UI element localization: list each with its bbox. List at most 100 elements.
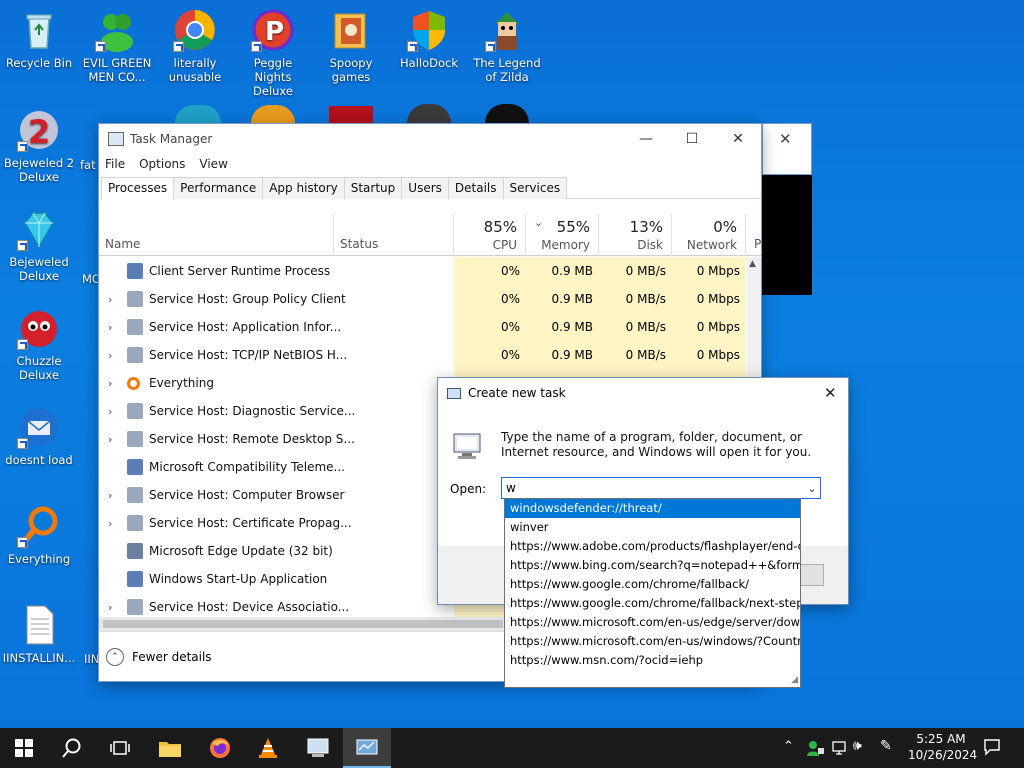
resize-grip-icon[interactable]: ◢ [791, 675, 798, 685]
volume-icon[interactable]: 🕪 [853, 738, 862, 754]
search-icon [62, 738, 81, 758]
autocomplete-item[interactable]: https://www.microsoft.com/en-us/windows/… [505, 632, 800, 651]
desktop-icon-everything[interactable]: Everything [0, 504, 78, 566]
column-header-cpu[interactable]: 85% CPU [454, 214, 526, 256]
autocomplete-item[interactable]: https://www.msn.com/?ocid=iehp [505, 651, 800, 670]
chevron-up-icon[interactable]: ⌃ [106, 647, 124, 666]
column-header-status[interactable]: Status [334, 214, 454, 256]
network-icon[interactable] [831, 739, 849, 760]
close-icon[interactable]: ✕ [779, 130, 792, 148]
fewer-details-link[interactable]: Fewer details [132, 650, 212, 664]
scrollbar-thumb[interactable] [103, 620, 503, 628]
autocomplete-item[interactable]: https://www.google.com/chrome/fallback/ [505, 575, 800, 594]
process-net-value: 0 Mbps [672, 285, 746, 313]
desktop-icon-installing[interactable]: IINSTALLIN... [0, 603, 78, 665]
desktop-icon-spoopy-games[interactable]: Spoopy games [312, 8, 390, 84]
task-view-icon [110, 741, 130, 755]
pen-icon[interactable]: ✎ [880, 738, 892, 754]
menu-file[interactable]: File [105, 157, 125, 171]
taskbar-vlc[interactable] [244, 728, 292, 768]
maximize-button[interactable]: ☐ [669, 124, 715, 154]
shortcut-arrow-icon [17, 438, 28, 449]
desktop-icon-doesnt-load[interactable]: doesnt load [0, 405, 78, 467]
taskbar-firefox[interactable] [196, 728, 244, 768]
diamond-icon [17, 207, 61, 251]
tab-users[interactable]: Users [401, 177, 449, 199]
expand-chevron-icon[interactable]: › [108, 293, 112, 306]
open-input[interactable] [501, 477, 821, 499]
close-button[interactable]: ✕ [715, 124, 761, 154]
process-name: Service Host: Remote Desktop S... [149, 432, 355, 446]
desktop-icon-bejeweled-2[interactable]: 2 Bejeweled 2 Deluxe [0, 108, 78, 184]
desktop-icon-label: Recycle Bin [5, 56, 73, 70]
scroll-up-icon[interactable]: ▲ [749, 259, 756, 269]
green-men-icon [95, 8, 139, 52]
dialog-title-bar[interactable]: Create new task [438, 378, 848, 408]
process-name: Microsoft Edge Update (32 bit) [149, 544, 333, 558]
desktop-icon-chuzzle[interactable]: Chuzzle Deluxe [0, 306, 78, 382]
tab-bar: Processes Performance App history Startu… [101, 177, 761, 200]
desktop-icon-literally-unusable[interactable]: literally unusable [156, 8, 234, 84]
chevron-down-icon[interactable]: ⌄ [804, 478, 820, 498]
process-icon [127, 599, 143, 615]
desktop-icon-legend-of-zilda[interactable]: The Legend of Zilda [468, 8, 546, 84]
search-button[interactable] [48, 728, 96, 768]
process-row[interactable]: › Service Host: Group Policy Client 0% 0.9 … [99, 285, 747, 313]
shortcut-arrow-icon [17, 240, 28, 251]
tab-details[interactable]: Details [447, 177, 504, 199]
process-icon [127, 291, 143, 307]
taskbar-control-panel[interactable] [294, 728, 342, 768]
notification-button[interactable] [983, 738, 1001, 759]
desktop-icon-evil-green-men[interactable]: EVIL GREEN MEN CO... [78, 8, 156, 84]
desktop-icon-bejeweled[interactable]: Bejeweled Deluxe [0, 207, 78, 283]
people-icon[interactable] [806, 739, 824, 760]
column-header-power[interactable]: P [746, 214, 761, 256]
tab-app-history[interactable]: App history [262, 177, 345, 199]
shortcut-arrow-icon [407, 41, 418, 52]
tab-processes[interactable]: Processes [101, 177, 175, 200]
menu-options[interactable]: Options [139, 157, 185, 171]
chevron-up-icon[interactable]: ⌃ [783, 739, 794, 754]
autocomplete-item[interactable]: https://www.microsoft.com/en-us/edge/ser… [505, 613, 800, 632]
autocomplete-item[interactable]: https://www.google.com/chrome/fallback/n… [505, 594, 800, 613]
expand-chevron-icon[interactable]: › [108, 489, 112, 502]
taskbar-file-explorer[interactable] [146, 728, 194, 768]
start-button[interactable] [0, 728, 48, 768]
minimize-button[interactable]: — [623, 124, 669, 154]
column-header-network[interactable]: 0% Network [672, 214, 746, 256]
expand-chevron-icon[interactable]: › [108, 349, 112, 362]
desktop-icon-hallodock[interactable]: HalloDock [390, 8, 468, 70]
process-disk-value: 0 MB/s [599, 285, 672, 313]
autocomplete-item[interactable]: https://www.bing.com/search?q=notepad++&… [505, 556, 800, 575]
autocomplete-item[interactable]: winver [505, 518, 800, 537]
process-name: Service Host: Diagnostic Service... [149, 404, 356, 418]
dialog-button[interactable] [800, 564, 824, 586]
expand-chevron-icon[interactable]: › [108, 517, 112, 530]
expand-chevron-icon[interactable]: › [108, 601, 112, 614]
expand-chevron-icon[interactable]: › [108, 321, 112, 334]
column-header-memory[interactable]: ⌄ 55% Memory [526, 214, 599, 256]
process-mem-value: 0.9 MB [526, 257, 599, 285]
column-header-name[interactable]: Name [99, 214, 334, 256]
desktop-icon-recycle-bin[interactable]: Recycle Bin [0, 8, 78, 70]
task-view-button[interactable] [96, 728, 144, 768]
process-row[interactable]: › Service Host: TCP/IP NetBIOS H... 0% 0.9 … [99, 341, 747, 369]
menu-view[interactable]: View [199, 157, 227, 171]
expand-chevron-icon[interactable]: › [108, 377, 112, 390]
clock[interactable]: 5:25 AM 10/26/2024 [908, 731, 977, 763]
tab-performance[interactable]: Performance [173, 177, 264, 199]
close-icon[interactable]: ✕ [824, 384, 837, 402]
process-row[interactable]: Client Server Runtime Process 0% 0.9 MB 0 M… [99, 257, 747, 285]
tab-startup[interactable]: Startup [343, 177, 403, 199]
column-header-disk[interactable]: 13% Disk [599, 214, 672, 256]
tab-services[interactable]: Services [502, 177, 568, 199]
desktop-icon-peggle-nights[interactable]: P Peggle Nights Deluxe [234, 8, 312, 98]
process-row[interactable]: › Service Host: Application Infor... 0% 0.9… [99, 313, 747, 341]
shortcut-arrow-icon [251, 41, 262, 52]
expand-chevron-icon[interactable]: › [108, 433, 112, 446]
expand-chevron-icon[interactable]: › [108, 405, 112, 418]
autocomplete-item[interactable]: https://www.adobe.com/products/flashplay… [505, 537, 800, 556]
taskbar-task-manager[interactable] [343, 728, 391, 768]
background-window[interactable]: ✕ [762, 123, 812, 175]
autocomplete-item[interactable]: windowsdefender://threat/ [505, 499, 800, 518]
